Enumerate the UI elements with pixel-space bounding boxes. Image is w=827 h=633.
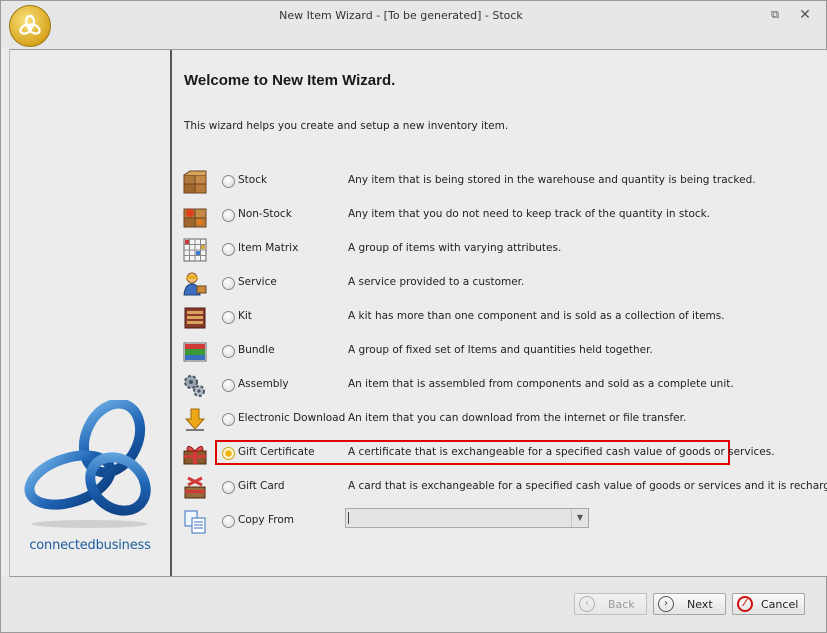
option-description-gift-certificate: A certificate that is exchangeable for a… [348,446,775,458]
kit-box-icon [184,307,206,329]
download-arrow-icon [184,408,206,431]
app-logo-icon[interactable] [9,5,51,47]
non-stock-box-icon [183,208,207,228]
option-row-gift-certificate[interactable]: Gift Certificate A certificate that is e… [172,437,827,471]
option-label-kit[interactable]: Kit [238,310,252,322]
radio-assembly[interactable] [222,379,235,392]
page-title: Welcome to New Item Wizard. [184,72,396,89]
intro-text: This wizard helps you create and setup a… [184,120,509,132]
option-label-copy-from[interactable]: Copy From [238,514,294,526]
assembly-gears-icon [184,375,205,397]
restore-window-icon[interactable]: ⧉ [767,7,783,23]
radio-kit[interactable] [222,311,235,324]
gift-certificate-icon [183,445,207,465]
copy-from-combobox[interactable]: ▼ [345,508,589,528]
option-row-item-matrix[interactable]: Item Matrix A group of items with varyin… [172,233,827,267]
radio-electronic-download[interactable] [222,413,235,426]
cancel-no-icon: ⁄ [737,596,753,612]
radio-item-matrix[interactable] [222,243,235,256]
service-person-icon [183,272,207,296]
option-label-bundle[interactable]: Bundle [238,344,275,356]
wizard-content: connectedbusiness Welcome to New Item Wi… [9,49,827,577]
option-row-assembly[interactable]: Assembly An item that is assembled from … [172,369,827,403]
cancel-button-label: Cancel [761,598,799,611]
back-button-label: Back [608,598,635,611]
radio-service[interactable] [222,277,235,290]
option-label-electronic-download[interactable]: Electronic Download [238,412,345,424]
option-row-kit[interactable]: Kit A kit has more than one component an… [172,301,827,335]
wizard-window: New Item Wizard - [To be generated] - St… [0,0,827,633]
option-description-non-stock: Any item that you do not need to keep tr… [348,208,711,220]
dropdown-arrow-icon[interactable]: ▼ [571,509,588,527]
brand-name: connectedbusiness [29,538,151,553]
option-row-stock[interactable]: Stock Any item that is being stored in t… [172,165,827,199]
option-description-bundle: A group of fixed set of Items and quanti… [348,344,653,356]
next-arrow-icon: › [658,596,674,612]
copy-from-icon [184,510,206,534]
radio-gift-certificate[interactable] [222,447,235,460]
back-arrow-icon: ‹ [579,596,595,612]
wizard-footer: ‹ Back › Next ⁄ Cancel [1,577,826,632]
option-description-electronic-download: An item that you can download from the i… [348,412,687,424]
option-label-assembly[interactable]: Assembly [238,378,289,390]
option-label-stock[interactable]: Stock [238,174,267,186]
radio-copy-from[interactable] [222,515,235,528]
radio-non-stock[interactable] [222,209,235,222]
radio-stock[interactable] [222,175,235,188]
option-row-electronic-download[interactable]: Electronic Download An item that you can… [172,403,827,437]
bundle-icon [183,342,207,362]
window-title: New Item Wizard - [To be generated] - St… [279,9,523,22]
option-description-gift-card: A card that is exchangeable for a specif… [348,480,827,492]
radio-bundle[interactable] [222,345,235,358]
next-button-label: Next [687,598,713,611]
item-matrix-grid-icon [183,238,207,262]
text-caret [348,512,349,524]
gift-card-icon [184,476,206,499]
radio-gift-card[interactable] [222,481,235,494]
option-label-item-matrix[interactable]: Item Matrix [238,242,298,254]
option-description-assembly: An item that is assembled from component… [348,378,734,390]
option-label-gift-card[interactable]: Gift Card [238,480,285,492]
wizard-main-panel: Welcome to New Item Wizard. This wizard … [172,50,827,576]
option-row-copy-from[interactable]: Copy From ▼ [172,505,827,539]
option-description-stock: Any item that is being stored in the war… [348,174,756,186]
option-description-kit: A kit has more than one component and is… [348,310,725,322]
option-row-non-stock[interactable]: Non-Stock Any item that you do not need … [172,199,827,233]
option-row-gift-card[interactable]: Gift Card A card that is exchangeable fo… [172,471,827,505]
option-description-item-matrix: A group of items with varying attributes… [348,242,562,254]
option-label-service[interactable]: Service [238,276,277,288]
option-label-non-stock[interactable]: Non-Stock [238,208,292,220]
option-row-service[interactable]: Service A service provided to a customer… [172,267,827,301]
option-description-service: A service provided to a customer. [348,276,525,288]
option-label-gift-certificate[interactable]: Gift Certificate [238,446,315,458]
sidebar: connectedbusiness [10,50,172,576]
cancel-button[interactable]: ⁄ Cancel [732,593,805,615]
stock-box-icon [183,170,207,194]
next-button[interactable]: › Next [653,593,726,615]
back-button[interactable]: ‹ Back [574,593,647,615]
title-bar: New Item Wizard - [To be generated] - St… [1,1,826,49]
option-row-bundle[interactable]: Bundle A group of fixed set of Items and… [172,335,827,369]
connectedbusiness-logo-icon [24,400,151,528]
close-window-icon[interactable]: ✕ [797,7,813,23]
